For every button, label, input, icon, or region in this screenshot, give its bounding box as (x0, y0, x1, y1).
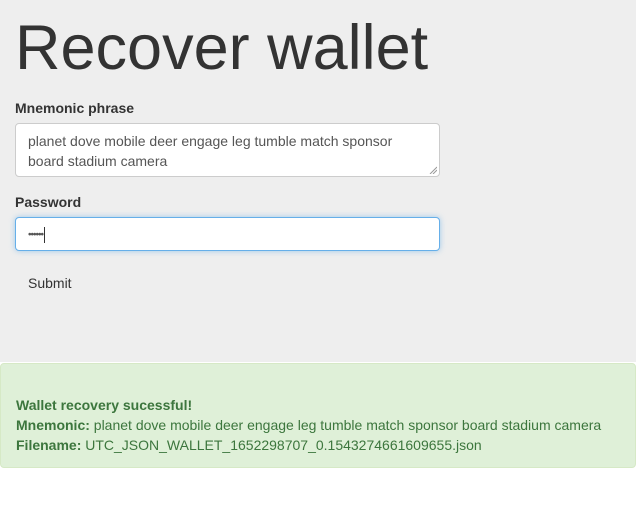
recover-wallet-panel: Recover wallet Mnemonic phrase planet do… (0, 0, 636, 362)
password-input[interactable]: •••••• (15, 217, 440, 251)
alert-mnemonic-value: planet dove mobile deer engage leg tumbl… (93, 417, 602, 433)
submit-button[interactable]: Submit (15, 267, 85, 299)
mnemonic-textarea-value: planet dove mobile deer engage leg tumbl… (28, 133, 393, 169)
alert-filename-value: UTC_JSON_WALLET_1652298707_0.15432746616… (85, 437, 482, 453)
page-title: Recover wallet (15, 13, 429, 83)
mnemonic-textarea[interactable]: planet dove mobile deer engage leg tumbl… (15, 123, 440, 177)
password-mask: •••••• (28, 229, 44, 241)
alert-heading: Wallet recovery sucessful! (16, 397, 193, 413)
mnemonic-label: Mnemonic phrase (15, 100, 135, 116)
alert-mnemonic-line: Mnemonic: planet dove mobile deer engage… (16, 415, 620, 435)
alert-mnemonic-key: Mnemonic: (16, 417, 90, 433)
alert-filename-key: Filename: (16, 437, 82, 453)
resize-grip-icon[interactable] (429, 166, 437, 174)
password-label: Password (15, 194, 82, 210)
text-caret (44, 227, 46, 244)
success-alert: Wallet recovery sucessful! Mnemonic: pla… (0, 363, 636, 468)
alert-filename-line: Filename: UTC_JSON_WALLET_1652298707_0.1… (16, 435, 620, 455)
